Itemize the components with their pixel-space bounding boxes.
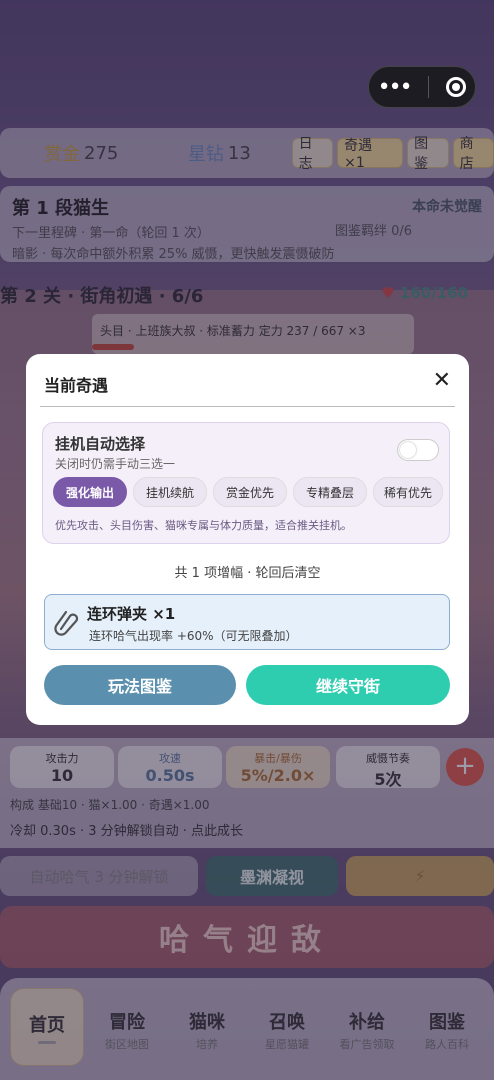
auto-select-toggle[interactable]: [397, 439, 439, 461]
close-icon[interactable]: ✕: [433, 368, 451, 393]
modal-title: 当前奇遇: [44, 376, 109, 395]
gameplay-guide-button[interactable]: 玩法图鉴: [44, 665, 236, 705]
buff-card: 连环弹夹 ×1 连环哈气出现率 +60%（可无限叠加）: [44, 594, 450, 650]
more-icon[interactable]: •••: [378, 75, 413, 100]
buff-description: 连环哈气出现率 +60%（可无限叠加）: [89, 629, 298, 643]
auto-select-box: 挂机自动选择 关闭时仍需手动三选一 强化输出 挂机续航 赏金优先 专精叠层 稀有…: [42, 422, 450, 544]
close-target-icon[interactable]: [446, 77, 467, 97]
continue-guard-button[interactable]: 继续守街: [246, 665, 450, 705]
auto-select-description: 优先攻击、头目伤害、猫咪专属与体力质量，适合推关挂机。: [55, 519, 352, 532]
modal-divider: [40, 406, 455, 407]
option-idle-endurance[interactable]: 挂机续航: [133, 477, 207, 507]
encounter-modal: 当前奇遇 ✕ 挂机自动选择 关闭时仍需手动三选一 强化输出 挂机续航 赏金优先 …: [26, 354, 469, 725]
auto-select-title: 挂机自动选择: [55, 435, 146, 453]
option-gold-priority[interactable]: 赏金优先: [213, 477, 287, 507]
buff-name: 连环弹夹 ×1: [87, 605, 176, 623]
auto-select-subtitle: 关闭时仍需手动三选一: [55, 457, 176, 471]
buff-count-text: 共 1 项增幅 · 轮回后清空: [174, 566, 321, 581]
capsule-divider: [427, 76, 429, 98]
option-mastery-stack[interactable]: 专精叠层: [293, 477, 367, 507]
option-rare-priority[interactable]: 稀有优先: [373, 477, 443, 507]
option-strengthen-output[interactable]: 强化输出: [53, 477, 127, 507]
miniprogram-capsule: •••: [368, 66, 476, 108]
paperclip-icon: [54, 610, 79, 636]
